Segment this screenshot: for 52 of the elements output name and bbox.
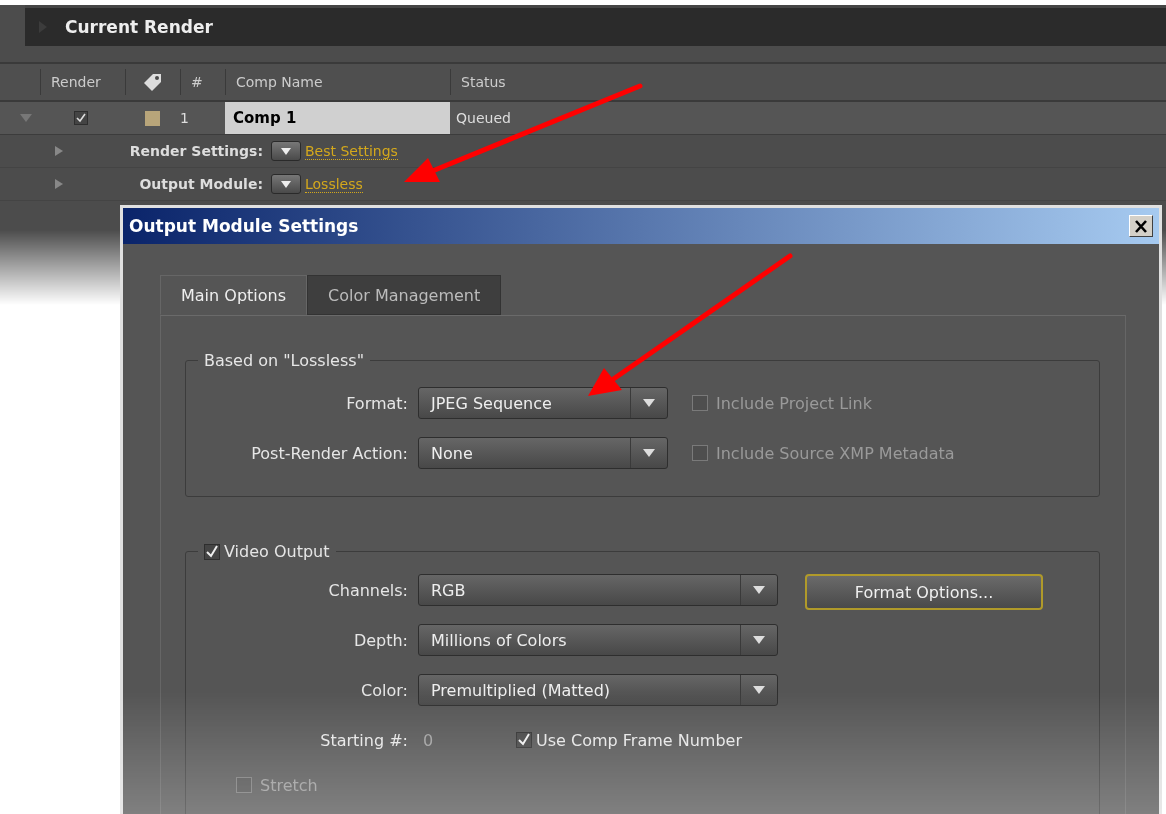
render-checkbox[interactable] <box>74 111 88 125</box>
checkbox[interactable] <box>516 732 532 748</box>
setting-link[interactable]: Best Settings <box>305 142 398 160</box>
column-header[interactable]: # <box>180 69 225 95</box>
tab[interactable]: Color Management <box>307 275 502 315</box>
dropdown[interactable]: Premultiplied (Matted) <box>418 674 778 706</box>
comp-name-cell[interactable]: Comp 1 <box>225 102 450 134</box>
table-cell-text: 1 <box>180 109 190 128</box>
checkbox-label: Include Source XMP Metadata <box>716 443 955 463</box>
group-title: Video Output <box>224 542 330 561</box>
setting-link[interactable]: Lossless <box>305 175 363 193</box>
caret-icon <box>753 686 765 694</box>
caret-icon <box>643 399 655 407</box>
column-header[interactable]: Comp Name <box>225 69 450 95</box>
caret-icon <box>281 147 291 155</box>
field-label: Depth: <box>352 630 409 650</box>
checkbox[interactable] <box>204 543 220 560</box>
panel-title: Current Render <box>65 17 213 37</box>
format-options-button[interactable]: Format Options... <box>805 574 1043 610</box>
field-label: Channels: <box>327 580 409 600</box>
checkbox-label: Include Project Link <box>716 393 872 413</box>
field-label: Color: <box>360 680 409 700</box>
checkbox-label: Use Comp Frame Number <box>536 730 742 750</box>
close-button[interactable] <box>1129 215 1153 237</box>
close-icon <box>1134 219 1148 233</box>
caret-icon <box>753 636 765 644</box>
caret-icon <box>643 449 655 457</box>
setting-label: Output Module: <box>138 176 263 192</box>
expand-icon[interactable] <box>20 114 32 122</box>
tab[interactable]: Main Options <box>160 275 307 315</box>
column-header[interactable]: Status <box>450 69 650 95</box>
dropdown-button[interactable] <box>271 174 301 194</box>
tag-icon[interactable] <box>142 72 164 92</box>
caret-icon <box>753 586 765 594</box>
field-label: Post-Render Action: <box>250 443 409 463</box>
expand-icon[interactable] <box>55 146 63 156</box>
status-cell-text: Queued <box>455 109 512 128</box>
dropdown[interactable]: RGB <box>418 574 778 606</box>
dropdown[interactable]: None <box>418 437 668 469</box>
caret-icon <box>281 180 291 188</box>
checkbox-label: Stretch <box>260 775 318 795</box>
field-label: Format: <box>345 393 409 413</box>
column-header[interactable]: Render <box>40 69 125 95</box>
dialog-title: Output Module Settings <box>129 216 359 236</box>
field-label: Starting #: <box>319 730 409 750</box>
dropdown[interactable]: Millions of Colors <box>418 624 778 656</box>
expand-icon[interactable] <box>55 179 63 189</box>
dropdown-button[interactable] <box>271 141 301 161</box>
label-color-swatch[interactable] <box>145 110 160 126</box>
group-title: Based on "Lossless" <box>203 351 365 370</box>
setting-label: Render Settings: <box>128 143 263 159</box>
dropdown[interactable]: JPEG Sequence <box>418 387 668 419</box>
